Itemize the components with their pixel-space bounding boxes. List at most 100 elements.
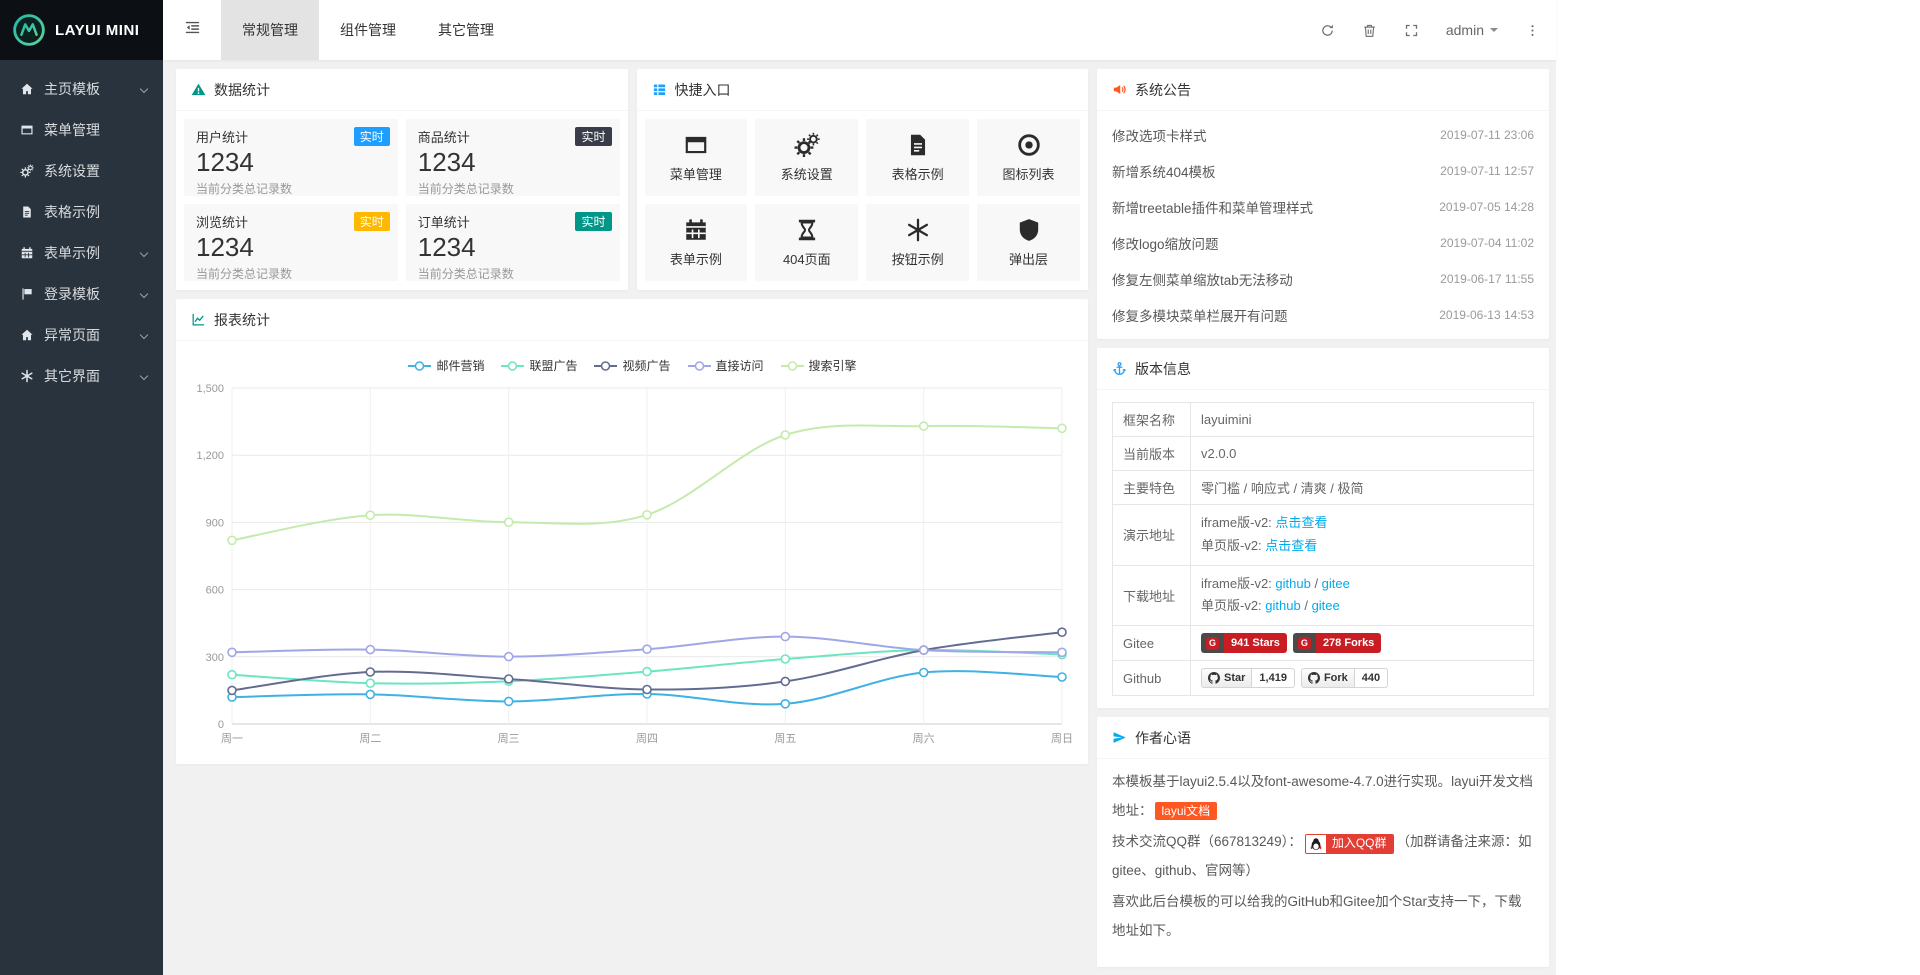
notice-date: 2019-06-17 11:55 [1440,272,1534,286]
sidebar-item-label: 其它界面 [44,366,141,386]
shield-icon [1016,217,1042,243]
sidebar-item-2[interactable]: 系统设置 [0,150,163,191]
version-link[interactable]: gitee [1322,576,1350,591]
version-text: iframe版-v2: [1201,576,1275,591]
svg-text:900: 900 [206,517,224,529]
trash-icon[interactable] [1362,23,1377,38]
sidebar-item-3[interactable]: 表格示例 [0,191,163,232]
sidebar-item-7[interactable]: 其它界面 [0,355,163,396]
quick-entry-2[interactable]: 表格示例 [866,119,969,196]
version-row-label: 主要特色 [1113,471,1191,505]
sidebar-toggle-button[interactable] [163,0,221,60]
sidebar-item-6[interactable]: 异常页面 [0,314,163,355]
stat-badge: 实时 [354,127,390,146]
gitee-badge[interactable]: G941 Stars [1201,633,1287,653]
more-menu[interactable] [1525,23,1540,38]
version-link[interactable]: github [1265,598,1300,613]
quick-entry-6[interactable]: 按钮示例 [866,204,969,281]
version-title: 版本信息 [1135,359,1191,379]
version-value: v2.0.0 [1201,446,1236,461]
legend-item-2[interactable]: 视频广告 [593,357,670,374]
legend-label: 直接访问 [716,357,764,374]
version-link[interactable]: 点击查看 [1265,538,1317,553]
main-area: 常规管理组件管理其它管理 admin 数据统计 用户统计 实时 1234 当前分… [163,0,1556,975]
grid-icon [652,82,667,97]
version-row-0: 框架名称layuimini [1113,403,1534,437]
quick-entry-label: 按钮示例 [892,249,944,268]
version-row-5: GiteeG941 StarsG278 Forks [1113,626,1534,661]
version-value: layuimini [1201,412,1252,427]
legend-item-4[interactable]: 搜索引擎 [780,357,857,374]
notice-date: 2019-07-11 12:57 [1440,164,1534,178]
stat-badge: 实时 [575,127,611,146]
sidebar-item-4[interactable]: 表单示例 [0,232,163,273]
github-badge[interactable]: Star1,419 [1201,668,1295,688]
flag-icon [19,286,34,301]
stat-card-2: 浏览统计 实时 1234 当前分类总记录数 [184,204,398,281]
sidebar-item-0[interactable]: 主页模板 [0,68,163,109]
stat-value: 1234 [196,233,386,262]
stat-label: 浏览统计 [196,215,248,230]
gitee-badge[interactable]: G278 Forks [1293,633,1381,653]
report-chart: 03006009001,2001,500周一周二周三周四周五周六周日 [186,378,1078,756]
author-paragraph: 喜欢此后台模板的可以给我的GitHub和Gitee加个Star支持一下，下载地址… [1112,887,1534,945]
stat-card-0: 用户统计 实时 1234 当前分类总记录数 [184,119,398,196]
version-row-label: Github [1113,661,1191,696]
tab-0[interactable]: 常规管理 [221,0,319,60]
report-title: 报表统计 [214,310,270,330]
notice-panel: 系统公告 修改选项卡样式 2019-07-11 23:06 新增系统404模板 … [1097,69,1549,339]
version-info-table: 框架名称layuimini当前版本v2.0.0主要特色零门槛 / 响应式 / 清… [1112,402,1534,696]
version-panel-header: 版本信息 [1097,348,1549,390]
quick-entry-label: 表单示例 [670,249,722,268]
author-title: 作者心语 [1135,728,1191,748]
svg-text:周二: 周二 [359,732,381,745]
quick-entry-label: 系统设置 [781,164,833,183]
legend-item-3[interactable]: 直接访问 [687,357,764,374]
quick-entry-7[interactable]: 弹出层 [977,204,1080,281]
quick-entry-3[interactable]: 图标列表 [977,119,1080,196]
join-qq-badge[interactable]: 加入QQ群 [1305,834,1394,854]
version-link[interactable]: gitee [1312,598,1340,613]
brand-logo-icon [12,13,46,47]
tab-1[interactable]: 组件管理 [319,0,417,60]
calendar-icon [19,245,34,260]
github-badge[interactable]: Fork440 [1301,668,1388,688]
quick-entries: 菜单管理 系统设置 表格示例 图标列表 表单示例 404页面 按钮示例 弹出层 [637,111,1089,289]
sidebar-item-label: 表单示例 [44,243,141,263]
fullscreen-icon[interactable] [1404,23,1419,38]
version-link[interactable]: github [1275,576,1310,591]
window-icon [683,132,709,158]
report-panel: 报表统计 邮件营销 联盟广告 视频广告 直接访问 搜索引擎 0300600900… [176,299,1088,764]
quick-entry-1[interactable]: 系统设置 [755,119,858,196]
quick-entry-label: 表格示例 [892,164,944,183]
sidebar-item-label: 登录模板 [44,284,141,304]
version-row-6: Github Star1,419 Fork440 [1113,661,1534,696]
legend-item-1[interactable]: 联盟广告 [500,357,577,374]
legend-item-0[interactable]: 邮件营销 [407,357,484,374]
sidebar-item-1[interactable]: 菜单管理 [0,109,163,150]
quick-entry-4[interactable]: 表单示例 [645,204,748,281]
quick-entry-0[interactable]: 菜单管理 [645,119,748,196]
svg-text:周四: 周四 [636,732,658,745]
legend-label: 联盟广告 [529,357,577,374]
window-icon [19,122,34,137]
tab-2[interactable]: 其它管理 [417,0,515,60]
author-content: 本模板基于layui2.5.4以及font-awesome-4.7.0进行实现。… [1097,759,1549,967]
report-panel-header: 报表统计 [176,299,1088,341]
refresh-icon[interactable] [1320,23,1335,38]
notice-item-3: 修改logo缩放问题 2019-07-04 11:02 [1112,225,1534,261]
quick-entry-label: 图标列表 [1003,164,1055,183]
quick-entry-5[interactable]: 404页面 [755,204,858,281]
notice-text: 修复多模块菜单栏展开有问题 [1112,305,1288,325]
version-row-label: 演示地址 [1113,505,1191,566]
notice-date: 2019-07-11 23:06 [1440,128,1534,142]
version-link[interactable]: 点击查看 [1275,515,1327,530]
version-text: / [1301,598,1312,613]
layui-doc-badge[interactable]: layui文档 [1155,802,1218,820]
user-menu[interactable]: admin [1446,22,1498,38]
sidebar-item-5[interactable]: 登录模板 [0,273,163,314]
plane-icon [1112,730,1127,745]
stat-desc: 当前分类总记录数 [418,180,608,197]
stat-value: 1234 [418,233,608,262]
author-paragraph: 本模板基于layui2.5.4以及font-awesome-4.7.0进行实现。… [1112,767,1534,825]
